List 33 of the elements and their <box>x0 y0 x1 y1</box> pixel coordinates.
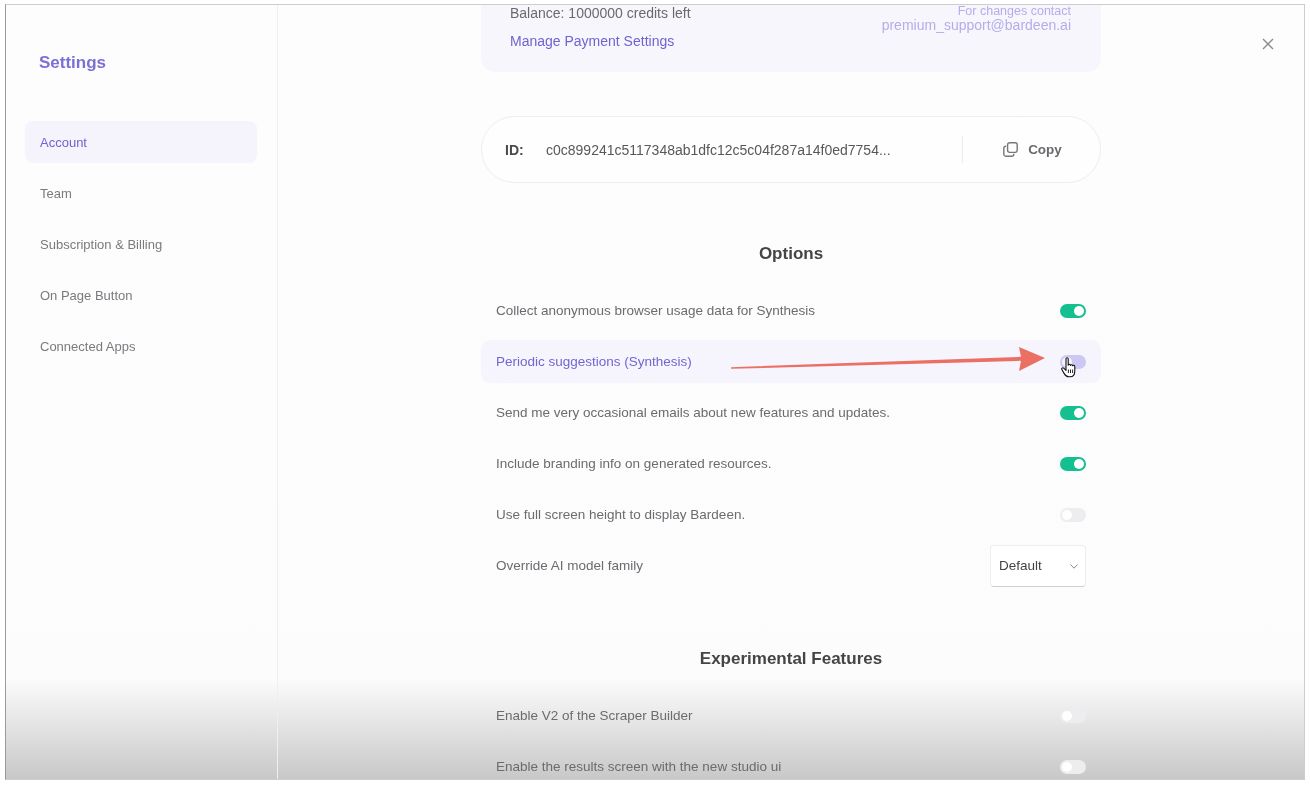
setting-label: Enable the results screen with the new studio ui <box>496 759 782 774</box>
setting-label: Enable V2 of the Scraper Builder <box>496 708 693 723</box>
model-dropdown[interactable]: Default <box>990 544 1086 587</box>
contact-label: For changes contact <box>957 5 1071 18</box>
sidebar-item[interactable]: Connected Apps <box>25 325 257 367</box>
id-value: c0c899241c5117348ab1dfc12c5c04f287a14f0ed7754... <box>546 141 891 158</box>
copy-icon <box>1003 142 1019 157</box>
section-heading: Options <box>757 244 825 264</box>
close-icon[interactable] <box>1262 38 1274 50</box>
setting-label: Send me very occasional emails about new features and updates. <box>496 405 890 420</box>
pointer-hand-icon <box>1061 357 1078 378</box>
section-heading: Experimental Features <box>698 649 884 669</box>
id-label: ID: <box>505 141 525 158</box>
toggle-switch[interactable] <box>1060 708 1086 723</box>
setting-label: Periodic suggestions (Synthesis) <box>496 354 692 369</box>
contact-email: premium_support@bardeen.ai <box>881 18 1071 33</box>
toggle-switch[interactable] <box>1060 303 1086 318</box>
toggle-switch[interactable] <box>1060 405 1086 420</box>
balance-text: Balance: 1000000 credits left <box>510 5 691 21</box>
setting-label: Use full screen height to display Bardeen. <box>496 507 746 522</box>
settings-title: Settings <box>38 52 108 74</box>
sidebar-item[interactable]: Subscription & Billing <box>25 223 257 265</box>
setting-label: Override AI model family <box>496 558 644 573</box>
toggle-switch[interactable] <box>1060 759 1086 774</box>
toggle-switch[interactable] <box>1060 456 1086 471</box>
manage-payment-link[interactable]: Manage Payment Settings <box>510 33 675 49</box>
copy-button[interactable]: Copy <box>963 129 1100 170</box>
sidebar-item[interactable]: Team <box>25 172 257 214</box>
sidebar-item[interactable]: On Page Button <box>25 274 257 316</box>
setting-label: Collect anonymous browser usage data for Synthesis <box>496 303 815 318</box>
setting-label: Include branding info on generated resources. <box>496 456 772 471</box>
sidebar-item[interactable]: Account <box>25 121 257 163</box>
chevron-down-icon <box>1070 564 1078 569</box>
